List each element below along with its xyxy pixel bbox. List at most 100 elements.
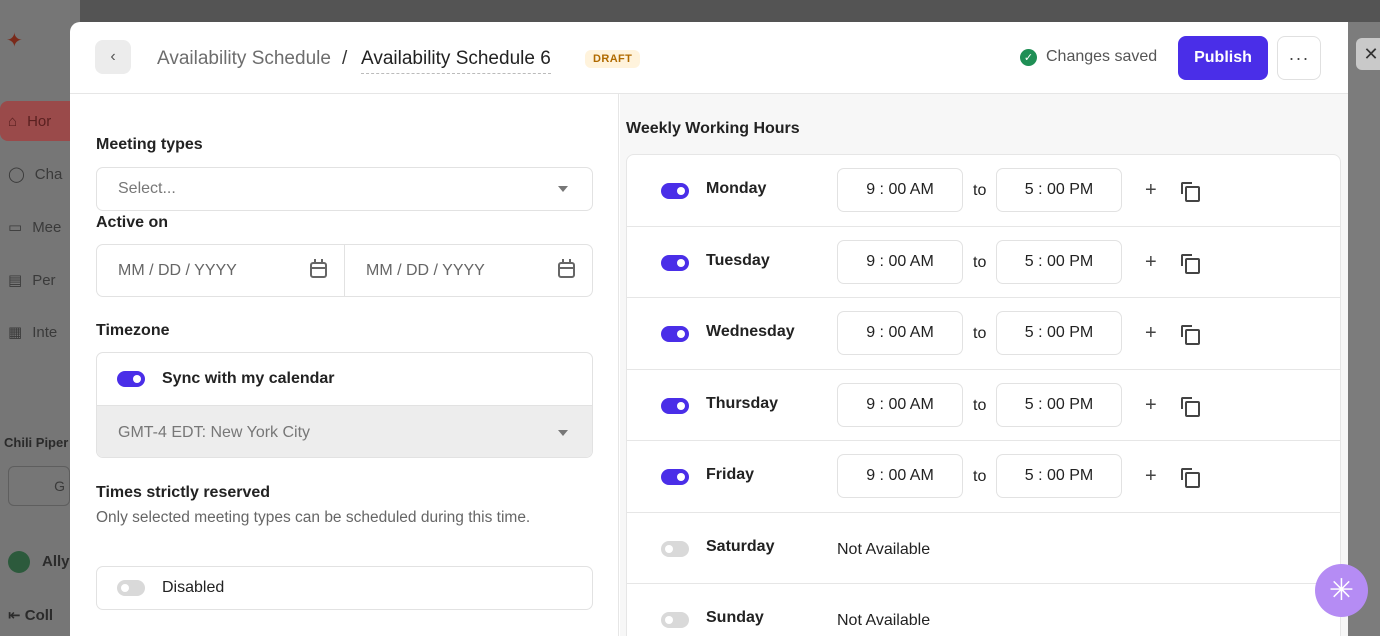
sync-calendar-label: Sync with my calendar [162,370,335,387]
reserved-label: Times strictly reserved [96,484,271,501]
close-icon[interactable]: ✕ [1356,38,1380,70]
timezone-card: Sync with my calendar GMT-4 EDT: New Yor… [96,352,593,458]
to-label: to [973,325,987,342]
chevron-down-icon [558,429,568,436]
meeting-types-label: Meeting types [96,136,203,153]
day-name: Tuesday [706,251,770,269]
status-badge: DRAFT [585,50,641,68]
timezone-select[interactable]: GMT-4 EDT: New York City [97,405,592,457]
sync-calendar-toggle[interactable] [117,371,145,387]
bg-nav-meetings: ▭ Mee [8,218,62,237]
drawer-header: ‹ Availability Schedule / Availability S… [70,22,1348,94]
to-label: to [973,253,987,271]
reserved-toggle[interactable] [117,580,145,596]
chevron-down-icon [558,186,568,192]
bg-avatar [8,551,30,573]
day-name: Saturday [706,537,775,555]
background-right-strip [1348,22,1380,636]
bg-nav-integrations: ▦ Inte [8,323,58,342]
reserved-toggle-label: Disabled [162,579,225,596]
reserved-toggle-row: Disabled [96,566,593,610]
start-time-input[interactable]: 9 : 00 AM [837,382,963,427]
end-time-input[interactable]: 5 : 00 PM [996,454,1122,498]
active-on-label: Active on [96,214,169,231]
settings-panel: Meeting types Select... Active on MM / D… [70,94,619,636]
end-time-input[interactable]: 5 : 00 PM [996,382,1122,427]
add-interval-icon[interactable]: + [1145,322,1157,345]
copy-icon[interactable] [1181,182,1200,202]
day-name: Sunday [706,609,764,626]
day-name: Friday [706,466,755,483]
end-date-placeholder: MM / DD / YYYY [366,261,485,279]
to-label: to [973,396,987,414]
copy-icon[interactable] [1181,468,1200,488]
not-available-text: Not Available [837,612,931,629]
day-toggle[interactable] [661,254,689,271]
calendar-icon[interactable] [558,259,575,278]
end-time-input[interactable]: 5 : 00 PM [996,239,1122,284]
end-time-input[interactable]: 5 : 00 PM [996,168,1122,212]
save-status-text: Changes saved [1046,48,1158,65]
add-interval-icon[interactable]: + [1145,394,1157,417]
day-row-saturday: Saturday Not Available [627,513,1340,584]
end-time-input[interactable]: 5 : 00 PM [996,311,1122,355]
day-toggle[interactable] [661,540,689,557]
day-row-tuesday: Tuesday 9 : 00 AM to 5 : 00 PM + [627,227,1340,298]
start-time-input[interactable]: 9 : 00 AM [837,454,963,498]
bg-user-label: Ally [42,553,70,570]
day-row-friday: Friday 9 : 00 AM to 5 : 00 PM + [627,441,1340,513]
add-interval-icon[interactable]: + [1145,251,1157,274]
weekly-hours-title: Weekly Working Hours [626,120,800,137]
add-interval-icon[interactable]: + [1145,179,1157,202]
start-date-input[interactable]: MM / DD / YYYY [97,245,344,296]
day-name: Wednesday [706,323,795,340]
bg-section-label: Chili Piper [4,435,69,450]
reserved-description: Only selected meeting types can be sched… [96,509,531,526]
timezone-label: Timezone [96,322,170,339]
chili-logo-icon: ✦ [6,30,23,52]
schedule-drawer: ‹ Availability Schedule / Availability S… [70,22,1348,636]
day-toggle[interactable] [661,469,689,485]
end-date-input[interactable]: MM / DD / YYYY [344,245,592,296]
bg-collapse-label: ⇤ Coll [8,607,54,624]
copy-icon[interactable] [1181,325,1200,345]
meeting-types-select[interactable]: Select... [96,167,593,211]
copy-icon[interactable] [1181,396,1200,417]
background-topbar [80,0,1380,22]
meeting-types-placeholder: Select... [118,180,176,197]
weekly-hours-panel: Weekly Working Hours Monday 9 : 00 AM to… [620,94,1348,636]
back-button[interactable]: ‹ [95,40,131,74]
copy-icon[interactable] [1181,253,1200,274]
breadcrumb-separator: / [342,48,348,69]
more-options-button[interactable]: ··· [1277,36,1321,80]
day-toggle[interactable] [661,397,689,414]
background-sidebar: ✦ ⌂ Hor ◯ Cha ▭ Mee ▤ Per ▦ Inte Chili P… [0,0,90,636]
day-toggle[interactable] [661,326,689,342]
not-available-text: Not Available [837,540,931,558]
add-interval-icon[interactable]: + [1145,465,1157,488]
more-icon: ··· [1288,47,1310,68]
day-row-wednesday: Wednesday 9 : 00 AM to 5 : 00 PM + [627,298,1340,370]
start-time-input[interactable]: 9 : 00 AM [837,168,963,212]
publish-button[interactable]: Publish [1178,36,1268,80]
schedule-name[interactable]: Availability Schedule 6 [361,48,551,74]
day-name: Monday [706,180,767,197]
day-toggle[interactable] [661,183,689,199]
day-row-monday: Monday 9 : 00 AM to 5 : 00 PM + [627,155,1340,227]
save-status: ✓ Changes saved [1020,48,1157,66]
start-time-input[interactable]: 9 : 00 AM [837,239,963,284]
check-circle-icon: ✓ [1020,48,1037,66]
start-time-input[interactable]: 9 : 00 AM [837,311,963,355]
day-row-sunday: Sunday Not Available [627,584,1340,636]
bg-nav-chat: ◯ Cha [8,165,63,184]
breadcrumb-parent[interactable]: Availability Schedule [157,48,331,70]
assistant-fab[interactable]: ✳ [1315,564,1368,617]
bg-nav-people: ▤ Per [8,271,56,290]
days-list: Monday 9 : 00 AM to 5 : 00 PM + Tuesday … [626,154,1341,636]
day-toggle[interactable] [661,612,689,628]
day-row-thursday: Thursday 9 : 00 AM to 5 : 00 PM + [627,370,1340,441]
to-label: to [973,182,987,199]
chevron-left-icon: ‹ [110,48,116,65]
calendar-icon[interactable] [310,259,327,278]
sync-calendar-row: Sync with my calendar [97,353,592,405]
